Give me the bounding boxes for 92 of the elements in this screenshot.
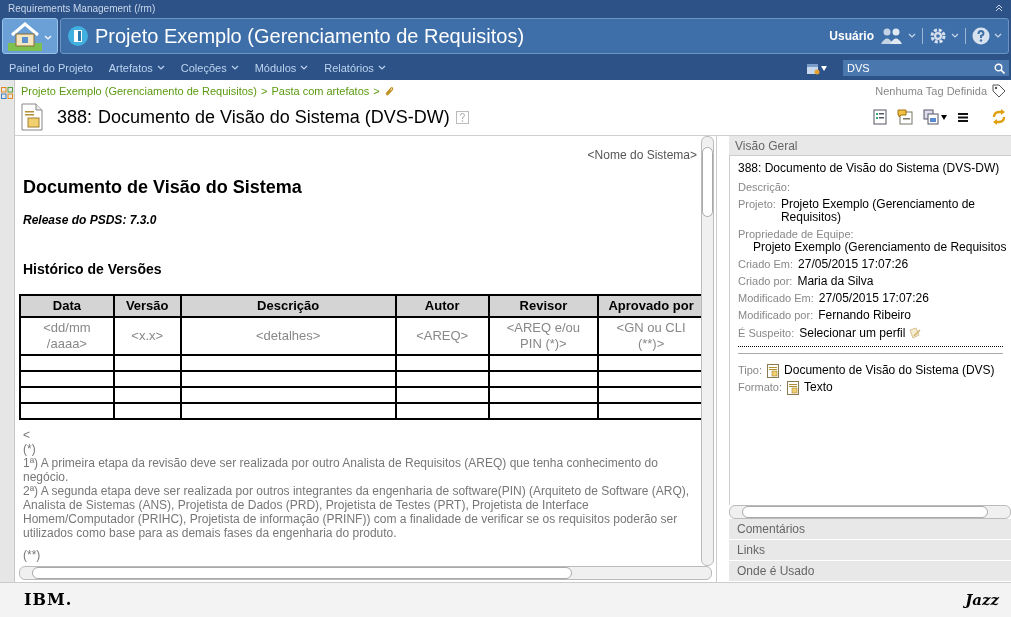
caret-icon [156, 65, 165, 71]
project-icon [67, 25, 89, 47]
settings-button[interactable] [929, 27, 959, 45]
document-icon [21, 103, 43, 131]
nav-menu[interactable]: Módulos [254, 59, 309, 77]
nav-menu[interactable]: Coleções [180, 59, 239, 77]
artifact-title: Documento de Visão do Sistema (DVS-DW) [98, 105, 450, 129]
caret-icon [994, 33, 1002, 39]
caret-icon [951, 33, 959, 39]
column-header: Revisor [488, 295, 599, 317]
field-label: Projeto: [738, 198, 776, 211]
help-button[interactable] [972, 27, 1002, 45]
field-label: Criado por: [738, 275, 793, 288]
field-label: Propriedade de Equipe: [738, 228, 855, 241]
note-text: 1ª) A primeira etapa da revisão deve ser realizada por outro Analista de Requisitos (AREQ) que tenha conhecimento do negócio. [23, 456, 659, 484]
overview-section-header[interactable]: Visão Geral [729, 136, 1011, 156]
nav-menu[interactable]: Painel do Projeto [9, 59, 93, 77]
field-label: Criado Em: [738, 258, 794, 271]
collapse-icon[interactable] [995, 4, 1003, 12]
history-heading: Histórico de Versões [23, 260, 163, 279]
caret-icon [377, 65, 386, 71]
table-cell: <AREQ e/ou PIN (*)> [488, 317, 599, 355]
release-text: Release do PSDS: 7.3.0 [23, 212, 158, 229]
column-header: Data [20, 295, 114, 317]
app-title: Requirements Management (/rm) [8, 1, 156, 16]
field-value: Texto [804, 381, 833, 394]
tag-label: Nenhuma Tag Definida [875, 83, 987, 99]
caret-icon [821, 65, 827, 71]
field-value: Projeto Exemplo (Gerenciamento de Requisitos) [780, 198, 977, 224]
note-text: 2ª) A segunda etapa deve ser realizada por outros integrantes da engenharia de software(PIN) (Arquiteto de Software (ARQ), Analista de Sistemas (ANS), Projetista de Dados (PRD), Projetista de Testes (PRT), Projetista de Interface Homem/Computador (PRIHC), Projetista de informação (PRINF)) com a finalidade de verificar se os requisitos poderão ser utilizados como base para as demais fases da engenharia do produto. [23, 484, 691, 540]
refresh-icon[interactable] [991, 109, 1007, 125]
horizontal-scrollbar[interactable] [729, 505, 1011, 519]
tag-icon[interactable] [991, 83, 1007, 99]
document-type-icon [766, 364, 781, 378]
paperclip-icon[interactable] [383, 86, 394, 96]
field-label: É Suspeito: [738, 326, 795, 340]
section-header[interactable]: Links [729, 540, 1011, 561]
field-label: Modificado Em: [738, 292, 814, 305]
copy-menu-button[interactable] [923, 109, 947, 125]
column-header: Autor [395, 295, 489, 317]
artifact-summary: 388: Documento de Visão do Sistema (DVS-DW) [738, 162, 1001, 175]
system-name-text: <Nome do Sistema> [586, 147, 697, 164]
search-field[interactable]: DVS [843, 60, 1009, 76]
note-text: (*) [23, 442, 37, 456]
field-label: Formato: [738, 381, 782, 394]
horizontal-scrollbar[interactable] [19, 566, 712, 580]
note-text: (**) [23, 548, 42, 562]
caret-icon [941, 114, 947, 120]
table-cell: <detalhes> [180, 317, 396, 355]
field-value: Selecionar um perfil [799, 326, 906, 340]
ibm-logo: IBM. [24, 589, 73, 611]
note-text: < [23, 428, 31, 442]
breadcrumb-separator: > [261, 83, 268, 99]
home-button[interactable] [2, 18, 58, 54]
artifact-id: 388: [57, 105, 93, 129]
section-header[interactable]: Onde é Usado [729, 561, 1011, 582]
users-menu-button[interactable] [880, 27, 916, 45]
field-value: Maria da Silva [797, 275, 875, 288]
document-type-icon [786, 381, 800, 395]
caret-icon [908, 33, 916, 39]
field-value: Documento de Visão do Sistema (DVS) [784, 364, 995, 377]
caret-icon [44, 35, 52, 41]
breadcrumb-link[interactable]: Pasta com artefatos [271, 82, 370, 100]
comment-document-icon[interactable] [897, 109, 913, 125]
column-header: Descrição [180, 295, 396, 317]
document-heading: Documento de Visão do Sistema [23, 176, 303, 199]
field-value: 27/05/2015 17:07:26 [798, 258, 910, 271]
checklist-icon[interactable] [873, 109, 887, 125]
jazz-logo: Jazz [965, 589, 999, 611]
table-cell: <AREQ> [395, 317, 489, 355]
grid-icon[interactable] [1, 87, 13, 99]
caret-icon [230, 65, 239, 71]
menu-icon[interactable] [957, 111, 969, 123]
nav-menu[interactable]: Relatórios [324, 59, 386, 77]
column-header: Versão [113, 295, 181, 317]
field-label: Tipo: [738, 364, 763, 377]
filter-menu-button[interactable] [806, 61, 827, 75]
field-value: 27/05/2015 17:07:26 [818, 292, 930, 305]
field-value: Fernando Ribeiro [818, 309, 912, 322]
edit-profile-icon[interactable] [908, 326, 923, 340]
breadcrumb-separator: > [373, 83, 380, 99]
nav-menu[interactable]: Artefatos [108, 59, 165, 77]
field-label: Descrição: [738, 181, 790, 194]
vertical-scrollbar[interactable] [701, 136, 714, 566]
table-cell: <dd/mm /aaaa> [20, 317, 114, 355]
field-label: Modificado por: [738, 309, 814, 322]
breadcrumb-link[interactable]: Projeto Exemplo (Gerenciamento de Requisitos) [21, 82, 257, 100]
user-label: Usuário [829, 28, 874, 45]
project-title: Projeto Exemplo (Gerenciamento de Requisitos) [95, 24, 525, 49]
table-cell: <x.x> [113, 317, 181, 355]
caret-icon [300, 65, 309, 71]
section-header[interactable]: Comentários [729, 519, 1011, 540]
